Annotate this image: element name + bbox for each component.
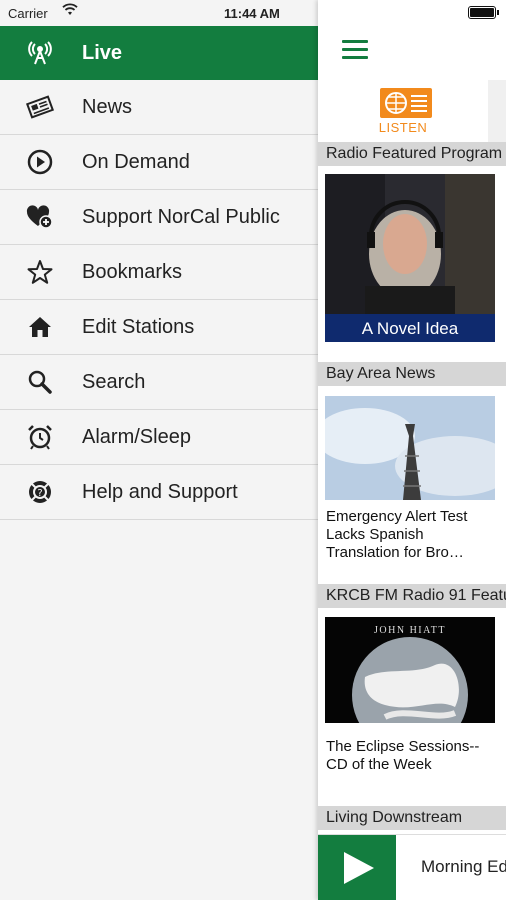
news-story-title[interactable]: Emergency Alert Test Lacks Spanish Trans… — [326, 508, 496, 562]
menu-item-news[interactable]: News — [0, 80, 318, 135]
carrier-label: Carrier — [8, 6, 48, 21]
menu-item-help[interactable]: ? Help and Support — [0, 465, 318, 520]
menu-label-search: Search — [82, 370, 146, 393]
menu-item-edit-stations[interactable]: Edit Stations — [0, 300, 318, 355]
clock: 11:44 AM — [224, 6, 280, 21]
menu-label-live: Live — [82, 41, 123, 64]
section-header-krcb-featured: KRCB FM Radio 91 Featured — [318, 584, 506, 608]
star-icon — [0, 259, 82, 285]
navigation-drawer: Carrier 11:44 AM Live News On Demand Sup… — [0, 0, 318, 900]
home-icon — [0, 314, 82, 340]
menu-label-bookmarks: Bookmarks — [82, 260, 183, 283]
menu-item-bookmarks[interactable]: Bookmarks — [0, 245, 318, 300]
play-circle-icon — [0, 149, 82, 175]
status-bar: Carrier 11:44 AM — [0, 0, 318, 26]
music-story-title[interactable]: The Eclipse Sessions--CD of the Week — [326, 738, 496, 774]
menu-label-help: Help and Support — [82, 480, 238, 503]
radio-icon — [380, 88, 432, 118]
menu-item-live[interactable]: Live — [0, 26, 318, 80]
listen-bar: LISTEN — [318, 80, 506, 142]
hamburger-menu-icon[interactable] — [342, 40, 368, 60]
heart-plus-icon — [0, 204, 82, 230]
antenna-icon — [0, 40, 82, 66]
search-icon — [0, 369, 82, 395]
menu-item-support[interactable]: Support NorCal Public — [0, 190, 318, 245]
menu-label-edit-stations: Edit Stations — [82, 315, 195, 338]
menu-item-on-demand[interactable]: On Demand — [0, 135, 318, 190]
mini-player[interactable]: Morning Edition — [318, 834, 506, 900]
main-content: LISTEN Radio Featured Program A Novel Id… — [318, 0, 506, 900]
section-header-living-downstream: Living Downstream — [318, 806, 506, 830]
battery-icon — [468, 6, 496, 19]
featured-program-caption: A Novel Idea — [362, 319, 459, 338]
menu-label-news: News — [82, 95, 133, 118]
menu-label-alarm-sleep: Alarm/Sleep — [82, 425, 191, 448]
album-artist-text: JOHN HIATT — [374, 625, 446, 636]
alarm-clock-icon — [0, 424, 82, 450]
play-button[interactable] — [318, 835, 396, 900]
menu-item-alarm-sleep[interactable]: Alarm/Sleep — [0, 410, 318, 465]
now-playing-title: Morning Edition — [421, 857, 506, 876]
newspaper-icon — [0, 95, 82, 119]
featured-program-image: A Novel Idea — [325, 174, 495, 342]
section-header-bay-area-news: Bay Area News — [318, 362, 506, 386]
menu-label-on-demand: On Demand — [82, 150, 190, 173]
battery-tip — [497, 10, 499, 15]
listen-button[interactable]: LISTEN — [318, 80, 488, 142]
menu-item-search[interactable]: Search — [0, 355, 318, 410]
featured-program-card[interactable]: A Novel Idea — [325, 174, 495, 342]
play-icon — [344, 852, 374, 884]
listen-label: LISTEN — [378, 120, 428, 135]
section-header-featured-program: Radio Featured Program — [318, 142, 506, 166]
menu-label-support: Support NorCal Public — [82, 205, 280, 228]
news-story-image[interactable] — [318, 396, 506, 500]
svg-text:?: ? — [37, 488, 42, 499]
drawer-menu: Live News On Demand Support NorCal Publi… — [0, 26, 318, 520]
wifi-icon — [62, 3, 78, 19]
album-cover-image[interactable]: JOHN HIATT — [325, 617, 495, 753]
help-icon: ? — [0, 479, 82, 505]
